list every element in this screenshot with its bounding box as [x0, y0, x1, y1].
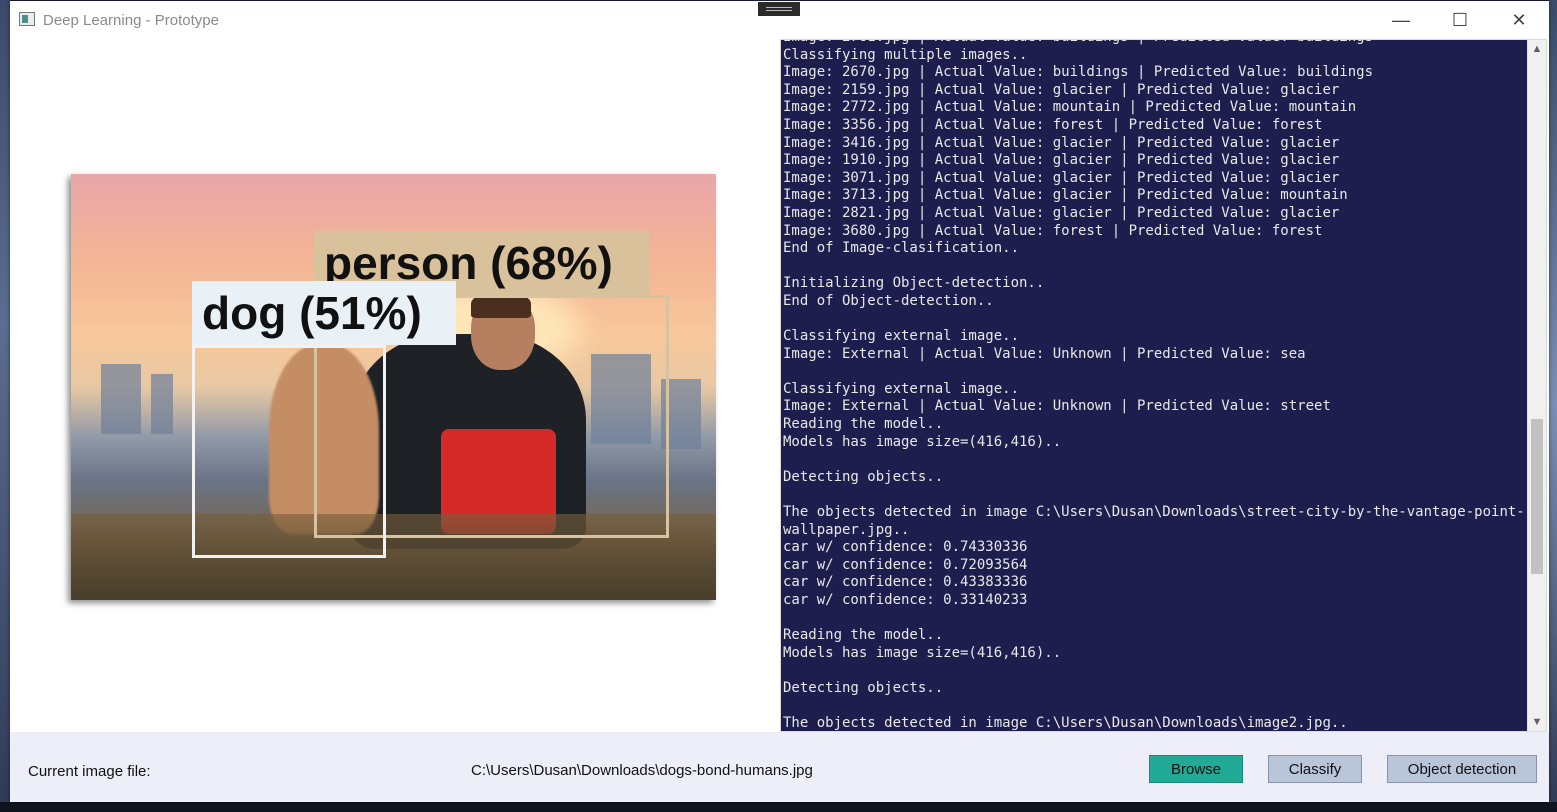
background-building	[151, 374, 173, 434]
title-bar[interactable]: Deep Learning - Prototype — ☐ ✕	[10, 1, 1549, 39]
classify-button[interactable]: Classify	[1268, 755, 1362, 783]
scrollbar-thumb[interactable]	[1531, 419, 1543, 574]
console-output[interactable]: Image: 2761.jpg | Actual Value: building…	[780, 39, 1547, 732]
minimize-button[interactable]: —	[1372, 1, 1430, 39]
detection-image: person (68%) dog (51%)	[71, 174, 716, 600]
object-detection-button[interactable]: Object detection	[1387, 755, 1537, 783]
current-file-label: Current image file:	[28, 763, 151, 780]
scroll-up-arrow-icon[interactable]: ▲	[1528, 40, 1546, 58]
dog-detection-label: dog (51%)	[192, 281, 456, 345]
background-building	[101, 364, 141, 434]
close-button[interactable]: ✕	[1490, 1, 1548, 39]
window-title: Deep Learning - Prototype	[43, 12, 219, 29]
drag-grip-icon[interactable]	[758, 2, 800, 16]
scroll-down-arrow-icon[interactable]: ▼	[1528, 713, 1546, 731]
console-text: Image: 2761.jpg | Actual Value: building…	[783, 40, 1525, 732]
dog-bounding-box	[192, 345, 386, 558]
desktop-background-right	[1549, 0, 1557, 812]
browse-button[interactable]: Browse	[1149, 755, 1243, 783]
current-file-path: C:\Users\Dusan\Downloads\dogs-bond-human…	[471, 762, 813, 779]
desktop-background-left	[0, 0, 10, 812]
maximize-button[interactable]: ☐	[1431, 1, 1489, 39]
app-window: Deep Learning - Prototype — ☐ ✕ person (…	[10, 1, 1549, 802]
console-scrollbar[interactable]: ▲ ▼	[1527, 40, 1546, 731]
bottom-bar: Current image file: C:\Users\Dusan\Downl…	[10, 732, 1549, 802]
app-icon	[19, 12, 35, 26]
taskbar-edge	[0, 802, 1557, 812]
